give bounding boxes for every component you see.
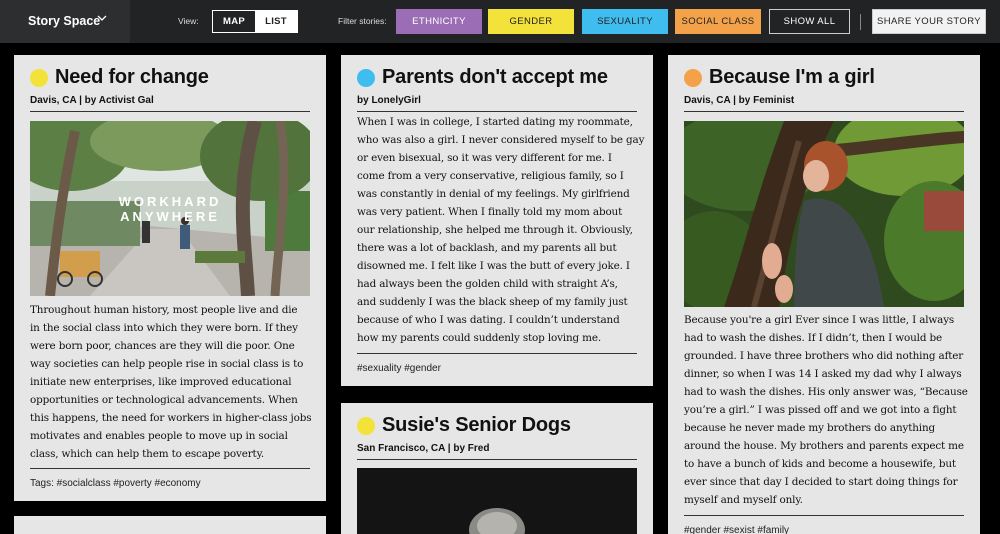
story-photo-dogs bbox=[357, 468, 637, 534]
card-title-row: Need for change bbox=[30, 66, 209, 89]
story-byline: by LonelyGirl bbox=[357, 95, 421, 106]
filter-social-class-button[interactable]: SOCIAL CLASS bbox=[675, 9, 761, 34]
title-divider bbox=[684, 111, 964, 112]
show-all-button[interactable]: SHOW ALL bbox=[769, 9, 850, 34]
story-title[interactable]: Because I'm a girl bbox=[709, 66, 875, 89]
story-line: you’re a girl.” I was pissed off and we … bbox=[684, 404, 957, 416]
card-title-row: Parents don't accept me bbox=[357, 66, 608, 89]
story-line: to have a bunch of kids and become a hou… bbox=[684, 458, 956, 470]
story-line: Throughout human history, most people li… bbox=[30, 304, 298, 316]
category-dot-icon bbox=[357, 68, 375, 87]
story-line: because of who I was dating. I couldn’t … bbox=[357, 314, 620, 326]
filter-stories-label: Filter stories: bbox=[338, 16, 387, 26]
chevron-down-icon[interactable] bbox=[97, 13, 107, 23]
story-tags[interactable]: #gender #sexist #family bbox=[684, 525, 789, 534]
story-text: Throughout human history, most people li… bbox=[30, 301, 312, 463]
filter-ethnicity-button[interactable]: ETHNICITY bbox=[396, 9, 482, 34]
story-card-parents-dont-accept-me[interactable]: Parents don't accept me by LonelyGirl Wh… bbox=[341, 55, 653, 386]
card-title-row: Because I'm a girl bbox=[684, 66, 875, 89]
category-dot-icon bbox=[30, 68, 48, 87]
tags-divider bbox=[30, 468, 310, 469]
story-line: around the house. My brothers and parent… bbox=[684, 440, 964, 452]
story-line: Because you're a girl Ever since I was l… bbox=[684, 314, 955, 326]
story-line: grounded. I have three brothers who did … bbox=[684, 350, 964, 362]
story-line: our relationship, she helped me through … bbox=[357, 224, 633, 236]
story-card-because-im-a-girl[interactable]: Because I'm a girl Davis, CA | by Femini… bbox=[668, 55, 980, 534]
story-title[interactable]: Parents don't accept me bbox=[382, 66, 608, 89]
brand-label[interactable]: Story Space bbox=[28, 14, 100, 28]
story-line: class, which can help them to escape pov… bbox=[30, 448, 265, 460]
story-line: who was also a girl. I never considered … bbox=[357, 134, 645, 146]
story-line: there was a lot of backlash, and my pare… bbox=[357, 242, 617, 254]
category-dot-icon bbox=[357, 416, 375, 435]
story-line: come from a very conservative, religious… bbox=[357, 170, 624, 182]
filter-gender-button[interactable]: GENDER bbox=[488, 9, 574, 34]
brand-menu[interactable]: Story Space bbox=[0, 0, 130, 43]
tags-divider bbox=[357, 353, 637, 354]
story-text: When I was in college, I started dating … bbox=[357, 113, 644, 347]
story-line: because he never made my brothers do any… bbox=[684, 422, 935, 434]
story-line: myself and myself only. bbox=[684, 494, 803, 506]
story-line: had always been the golden child with st… bbox=[357, 278, 618, 290]
story-line: this happens, the need for workers in hi… bbox=[30, 412, 312, 424]
story-tags[interactable]: Tags: #socialclass #poverty #economy bbox=[30, 478, 201, 489]
story-text: Because you're a girl Ever since I was l… bbox=[684, 311, 968, 509]
story-line: motivates and enables people to move up … bbox=[30, 430, 288, 442]
story-title[interactable]: Susie's Senior Dogs bbox=[382, 414, 571, 437]
story-title[interactable]: Need for change bbox=[55, 66, 209, 89]
story-line: had to wash the dishes. His only answer … bbox=[684, 386, 968, 398]
story-tags[interactable]: #sexuality #gender bbox=[357, 363, 441, 374]
category-dot-icon bbox=[684, 68, 702, 87]
view-list-button[interactable]: LIST bbox=[255, 11, 297, 32]
story-line: or even bisexual, so it was very differe… bbox=[357, 152, 612, 164]
top-navigation-bar: Story Space View: MAP LIST Filter storie… bbox=[0, 0, 1000, 43]
image-text-workhard: WORKHARD bbox=[119, 194, 222, 209]
story-line: how my parents could suddenly stop lovin… bbox=[357, 332, 602, 344]
story-byline: Davis, CA | by Feminist bbox=[684, 95, 795, 106]
card-title-row: Susie's Senior Dogs bbox=[357, 414, 571, 437]
view-map-button[interactable]: MAP bbox=[213, 11, 255, 32]
story-card-susies-senior-dogs[interactable]: Susie's Senior Dogs San Francisco, CA | … bbox=[341, 403, 653, 534]
story-line: ever since that day I decided to start d… bbox=[684, 476, 958, 488]
story-line: initiate new enterprises, like improved … bbox=[30, 376, 292, 388]
story-photo-street: WORKHARD ANYWHERE bbox=[30, 121, 310, 296]
image-text-anywhere: ANYWHERE bbox=[120, 209, 220, 224]
story-line: and suddenly I was the black sheep of my… bbox=[357, 296, 628, 308]
title-divider bbox=[357, 459, 637, 460]
title-divider bbox=[30, 111, 310, 112]
story-line: were born poor, chances are they will di… bbox=[30, 340, 295, 352]
story-line: disowned me. I felt like I was the butt … bbox=[357, 260, 630, 272]
toolbar-divider bbox=[860, 14, 861, 30]
tags-divider bbox=[684, 515, 964, 516]
story-line: was very patient. When I finally told my… bbox=[357, 206, 623, 218]
story-card-partial[interactable] bbox=[14, 516, 326, 534]
story-photo-girl-tree bbox=[684, 121, 964, 307]
story-line: had to wash the dishes. If I didn’t, the… bbox=[684, 332, 942, 344]
view-toggle: MAP LIST bbox=[212, 10, 298, 33]
story-line: in the social class into which they were… bbox=[30, 322, 298, 334]
story-line: was constantly in denial of my feelings.… bbox=[357, 188, 630, 200]
filter-sexuality-button[interactable]: SEXUALITY bbox=[582, 9, 668, 34]
story-byline: Davis, CA | by Activist Gal bbox=[30, 95, 154, 106]
story-card-need-for-change[interactable]: Need for change Davis, CA | by Activist … bbox=[14, 55, 326, 501]
view-label: View: bbox=[178, 16, 199, 26]
story-byline: San Francisco, CA | by Fred bbox=[357, 443, 490, 454]
title-divider bbox=[357, 111, 637, 112]
story-line: way societies can help people rise in so… bbox=[30, 358, 304, 370]
story-line: dinner, so when I was 14 I asked my dad … bbox=[684, 368, 962, 380]
story-line: opportunities or technological advanceme… bbox=[30, 394, 298, 406]
share-your-story-button[interactable]: SHARE YOUR STORY bbox=[872, 9, 986, 34]
story-line: When I was in college, I started dating … bbox=[357, 116, 633, 128]
